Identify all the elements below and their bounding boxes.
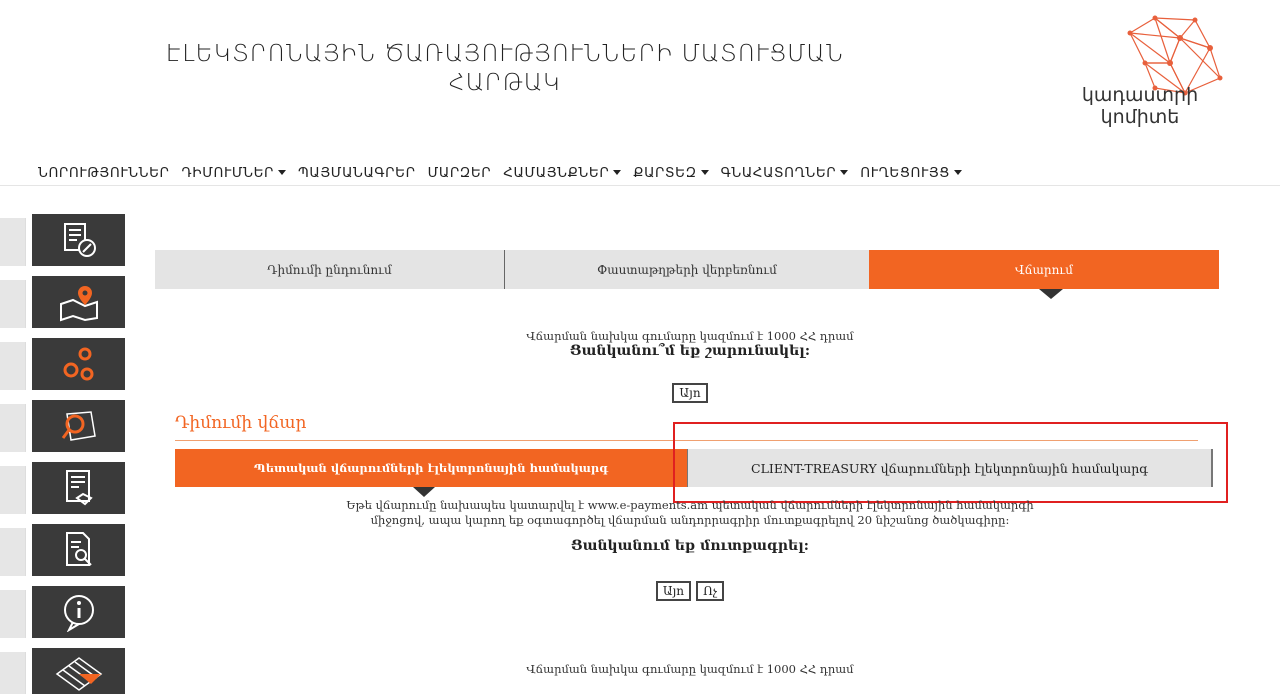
- sidebar: [0, 212, 126, 694]
- tab-label: Դիմումի ընդունում: [267, 262, 392, 277]
- sidebar-stub: [0, 590, 26, 638]
- nav-item-news[interactable]: ՆՈՐՈՒԹՅՈՒՆՆԵՐ: [38, 165, 170, 181]
- sidebar-item-services[interactable]: [0, 336, 126, 398]
- info-icon[interactable]: [32, 586, 125, 638]
- main-nav: ՆՈՐՈՒԹՅՈՒՆՆԵՐ ԴԻՄՈՒՄՆԵՐ ՊԱՅՄԱՆԱԳՐԵՐ ՄԱՐԶ…: [0, 160, 1280, 186]
- active-subtab-pointer: [413, 487, 435, 497]
- sidebar-stub: [0, 466, 26, 514]
- sidebar-item-cadastre[interactable]: [0, 646, 126, 694]
- sidebar-stub: [0, 404, 26, 452]
- nav-label: ՈՒՂԵՑՈՒՅՑ: [860, 164, 950, 181]
- document-search-icon[interactable]: [32, 524, 125, 576]
- nav-label: ՊԱՅՄԱՆԱԳՐԵՐ: [298, 164, 416, 181]
- continue-buttons: Այո: [400, 382, 980, 403]
- epayments-info-line-2: միջոցով, ապա կարող եք օգտագործել վճարման…: [370, 513, 1010, 527]
- sidebar-stub: [0, 342, 26, 390]
- nav-label: ԴԻՄՈՒՄՆԵՐ: [181, 164, 275, 181]
- sidebar-stub: [0, 528, 26, 576]
- active-tab-pointer: [1039, 289, 1063, 299]
- chevron-down-icon: [700, 170, 709, 175]
- nav-label: ՔԱՐՏԵԶ: [633, 164, 697, 181]
- logo-text: կադաստրի կոմիտե: [1060, 84, 1220, 128]
- sidebar-item-search-map[interactable]: [0, 398, 126, 460]
- nav-label: ՀԱՄԱՅՆՔՆԵՐ: [503, 164, 610, 181]
- tab-document-upload[interactable]: Փաստաթղթերի վերբեռնում: [505, 250, 869, 289]
- document-edit-icon[interactable]: [32, 214, 125, 266]
- tab-application-intake[interactable]: Դիմումի ընդունում: [155, 250, 505, 289]
- logo-line-1: կադաստրի: [1081, 84, 1199, 106]
- site-header: ԷԼԵԿՏՐՈՆԱՅԻՆ ԾԱՌԱՅՈՒԹՅՈՒՆՆԵՐԻ ՄԱՏՈՒՑՄԱՆ …: [0, 0, 1280, 145]
- tab-client-treasury-system[interactable]: CLIENT-TREASURY վճարումների էլեկտրոնային…: [687, 449, 1213, 487]
- logo-line-2: կոմիտե: [1100, 106, 1180, 128]
- application-fee-title: Դիմումի վճար: [175, 413, 307, 433]
- sidebar-stub: [0, 652, 26, 694]
- enter-buttons: Այո Ոչ: [400, 580, 980, 601]
- epayments-info-line-1: Եթե վճարումը նախապես կատարվել է www.e-pa…: [346, 498, 1034, 512]
- sidebar-item-document-search[interactable]: [0, 522, 126, 584]
- document-handshake-icon[interactable]: [32, 462, 125, 514]
- title-line-2: ՀԱՐԹԱԿ: [448, 70, 562, 96]
- section-divider: [175, 440, 1198, 441]
- yes-enter-button[interactable]: Այո: [655, 581, 692, 601]
- continue-question: Ցանկանու՞մ եք շարունակել:: [569, 343, 811, 359]
- tab-payment[interactable]: Վճարում: [869, 250, 1219, 289]
- nav-item-applications[interactable]: ԴԻՄՈՒՄՆԵՐ: [182, 165, 287, 181]
- payment-system-tabs: Պետական վճարումների էլեկտրոնային համակար…: [175, 449, 1213, 487]
- no-enter-button[interactable]: Ոչ: [696, 581, 725, 601]
- chevron-down-icon: [840, 170, 849, 175]
- sidebar-item-contract[interactable]: [0, 460, 126, 522]
- subtab-label: CLIENT-TREASURY վճարումների էլեկտրոնային…: [751, 460, 1148, 476]
- footer-amount-text: Վճարման նախկա գումարը կազմում է 1000 ՀՀ …: [526, 662, 854, 676]
- sidebar-item-map[interactable]: [0, 274, 126, 336]
- nav-item-regions[interactable]: ՄԱՐԶԵՐ: [428, 165, 492, 181]
- payment-amount-text: Վճարման նախկա գումարը կազմում է 1000 ՀՀ …: [526, 329, 854, 343]
- sidebar-stub: [0, 280, 26, 328]
- nav-label: ԳՆԱՀԱՏՈՂՆԵՐ: [720, 164, 837, 181]
- sidebar-item-application[interactable]: [0, 212, 126, 274]
- enter-question: Ցանկանում եք մուտքագրել:: [571, 538, 809, 554]
- tab-label: Փաստաթղթերի վերբեռնում: [597, 262, 777, 277]
- nav-label: ՄԱՐԶԵՐ: [427, 164, 492, 181]
- sidebar-item-info[interactable]: [0, 584, 126, 646]
- step-tabs: Դիմումի ընդունում Փաստաթղթերի վերբեռնում…: [155, 250, 1219, 289]
- nav-item-map[interactable]: ՔԱՐՏԵԶ: [633, 164, 709, 181]
- map-pin-icon[interactable]: [32, 276, 125, 328]
- map-search-icon[interactable]: [32, 400, 125, 452]
- cadastre-committee-logo[interactable]: կադաստրի կոմիտե: [1060, 8, 1230, 138]
- nav-item-contracts[interactable]: ՊԱՅՄԱՆԱԳՐԵՐ: [298, 165, 416, 181]
- page-title: ԷԼԵԿՏՐՈՆԱՅԻՆ ԾԱՌԱՅՈՒԹՅՈՒՆՆԵՐԻ ՄԱՏՈՒՑՄԱՆ …: [160, 40, 850, 98]
- tab-state-payments-system[interactable]: Պետական վճարումների էլեկտրոնային համակար…: [175, 449, 687, 487]
- sidebar-stub: [0, 218, 26, 266]
- chevron-down-icon: [953, 170, 962, 175]
- cadastre-map-icon[interactable]: [32, 648, 125, 694]
- yes-continue-button[interactable]: Այո: [672, 383, 708, 403]
- chevron-down-icon: [613, 170, 622, 175]
- nav-item-guide[interactable]: ՈՒՂԵՑՈՒՅՑ: [860, 165, 962, 181]
- nav-label: ՆՈՐՈՒԹՅՈՒՆՆԵՐ: [38, 164, 170, 181]
- nav-item-appraisers[interactable]: ԳՆԱՀԱՏՈՂՆԵՐ: [721, 165, 849, 181]
- subtab-label: Պետական վճարումների էլեկտրոնային համակար…: [253, 461, 609, 475]
- tab-label: Վճարում: [1015, 262, 1073, 277]
- title-line-1: ԷԼԵԿՏՐՈՆԱՅԻՆ ԾԱՌԱՅՈՒԹՅՈՒՆՆԵՐԻ ՄԱՏՈՒՑՄԱՆ: [165, 41, 844, 67]
- nav-item-communities[interactable]: ՀԱՄԱՅՆՔՆԵՐ: [503, 164, 622, 181]
- gears-icon[interactable]: [32, 338, 125, 390]
- chevron-down-icon: [278, 170, 287, 175]
